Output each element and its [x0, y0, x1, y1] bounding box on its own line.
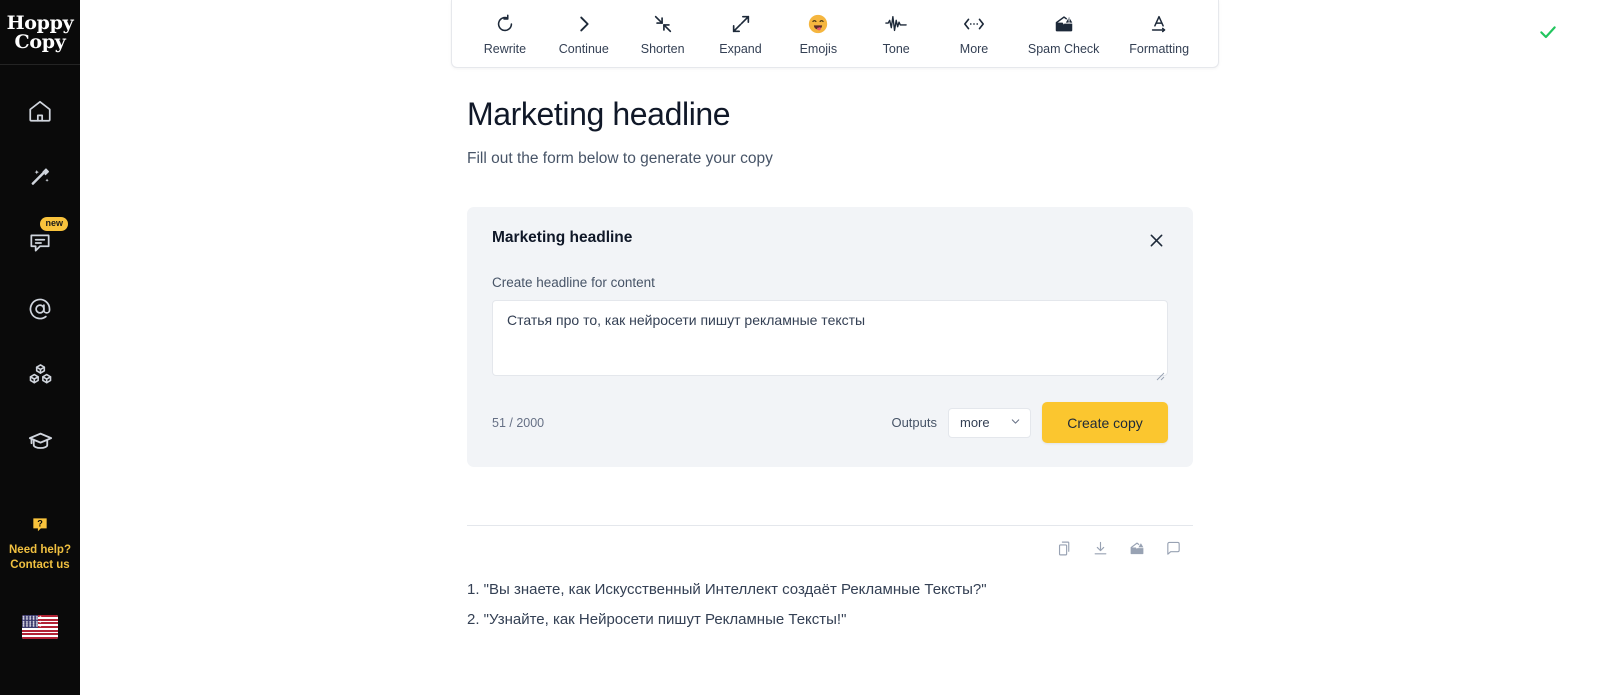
toolbar-label: Shorten [640, 41, 685, 56]
chevron-right-icon [573, 12, 595, 36]
magic-wand-icon [27, 164, 53, 190]
arrows-in-icon [652, 12, 674, 36]
toolbar-button-tone[interactable]: Tone [866, 8, 926, 60]
sidebar: Hoppy Copy new ? Need help? Contact us ★… [0, 0, 80, 695]
copy-icon[interactable] [1056, 540, 1073, 557]
character-counter: 51 / 2000 [492, 415, 545, 430]
app-logo[interactable]: Hoppy Copy [0, 0, 80, 60]
sidebar-nav: new [0, 87, 80, 483]
toolbar-button-rewrite[interactable]: Rewrite [475, 8, 535, 60]
results-divider [467, 525, 1193, 526]
sidebar-help[interactable]: ? Need help? Contact us [0, 515, 80, 573]
sidebar-badge-new: new [40, 217, 68, 231]
page-title: Marketing headline [467, 96, 731, 132]
toolbar-label: Formatting [1129, 41, 1190, 56]
language-flag-button[interactable]: ★★★★★★ ★★★★★ ★★★★★★ ★★★★★ ★★★★★★ [22, 615, 58, 639]
toolbar-button-emojis[interactable]: Emojis [788, 8, 848, 60]
question-bubble-icon: ? [0, 515, 80, 540]
field-label: Create headline for content [492, 275, 655, 290]
us-flag: ★★★★★★ ★★★★★ ★★★★★★ ★★★★★ ★★★★★★ [22, 615, 58, 639]
toolbar-label: Expand [719, 41, 762, 56]
sidebar-item-ai-tools[interactable] [16, 153, 64, 201]
outputs-selected-value: more [960, 415, 990, 430]
result-actions [467, 540, 1193, 557]
toolbar-label: Tone [882, 41, 910, 56]
close-icon[interactable] [1145, 229, 1168, 252]
at-sign-icon [27, 296, 53, 322]
outputs-select[interactable]: more [948, 407, 1031, 438]
result-line: 2. "Узнайте, как Нейросети пишут Рекламн… [467, 611, 847, 628]
rotate-icon [494, 12, 516, 36]
editor-toolbar: Rewrite Continue Shorten Expand Emojis T… [451, 0, 1219, 68]
home-icon [27, 98, 53, 124]
outputs-label: Outputs [891, 415, 937, 430]
sidebar-item-academy[interactable] [16, 417, 64, 465]
ellipsis-arrows-icon [962, 12, 986, 36]
sidebar-divider [0, 64, 80, 65]
page-subtitle: Fill out the form below to generate your… [467, 150, 773, 167]
text-format-icon [1148, 12, 1170, 36]
spam-envelope-icon[interactable] [1128, 540, 1146, 557]
generator-card: Marketing headline Create headline for c… [467, 207, 1193, 467]
card-title: Marketing headline [492, 229, 633, 246]
waveform-icon [884, 12, 908, 36]
toolbar-button-expand[interactable]: Expand [711, 8, 771, 60]
card-header: Marketing headline [492, 229, 1168, 252]
svg-text:?: ? [37, 519, 43, 529]
toolbar-label: More [959, 41, 989, 56]
result-line: 1. "Вы знаете, как Искусственный Интелле… [467, 581, 987, 598]
toolbar-button-continue[interactable]: Continue [553, 8, 615, 60]
blocks-icon [27, 362, 54, 389]
chat-bubble-icon [27, 230, 53, 256]
graduation-cap-icon [27, 428, 54, 455]
toolbar-label: Spam Check [1027, 41, 1100, 56]
arrows-out-icon [730, 12, 752, 36]
toolbar-button-spam-check[interactable]: Spam Check [1022, 8, 1106, 60]
toolbar-label: Emojis [799, 41, 838, 56]
emoji-icon [807, 12, 829, 36]
headline-input[interactable] [492, 300, 1168, 376]
footer-controls: Outputs more Create copy [891, 402, 1168, 443]
chevron-down-icon [1010, 415, 1021, 430]
spam-envelope-icon [1052, 12, 1076, 36]
download-icon[interactable] [1092, 540, 1109, 557]
main-content: Marketing headline Fill out the form bel… [467, 95, 1193, 635]
toolbar-label: Continue [558, 41, 609, 56]
sidebar-item-email[interactable] [16, 285, 64, 333]
results-list: 1. "Вы знаете, как Искусственный Интелле… [467, 575, 1193, 635]
toolbar-button-formatting[interactable]: Formatting [1123, 8, 1195, 60]
sidebar-item-templates[interactable] [16, 351, 64, 399]
logo-line-2: Copy [14, 31, 66, 53]
card-footer: 51 / 2000 Outputs more Create copy [492, 402, 1168, 443]
app-root: Hoppy Copy new ? Need help? Contact us ★… [0, 0, 1600, 695]
sidebar-item-chat[interactable]: new [16, 217, 68, 267]
saved-status-icon [1538, 22, 1558, 42]
help-line-2: Contact us [10, 559, 70, 571]
comment-icon[interactable] [1165, 540, 1182, 557]
toolbar-button-shorten[interactable]: Shorten [633, 8, 693, 60]
sidebar-item-home[interactable] [16, 87, 64, 135]
help-line-1: Need help? [9, 544, 71, 556]
create-copy-button[interactable]: Create copy [1042, 402, 1168, 443]
toolbar-label: Rewrite [483, 41, 527, 56]
toolbar-button-more[interactable]: More [944, 8, 1004, 60]
